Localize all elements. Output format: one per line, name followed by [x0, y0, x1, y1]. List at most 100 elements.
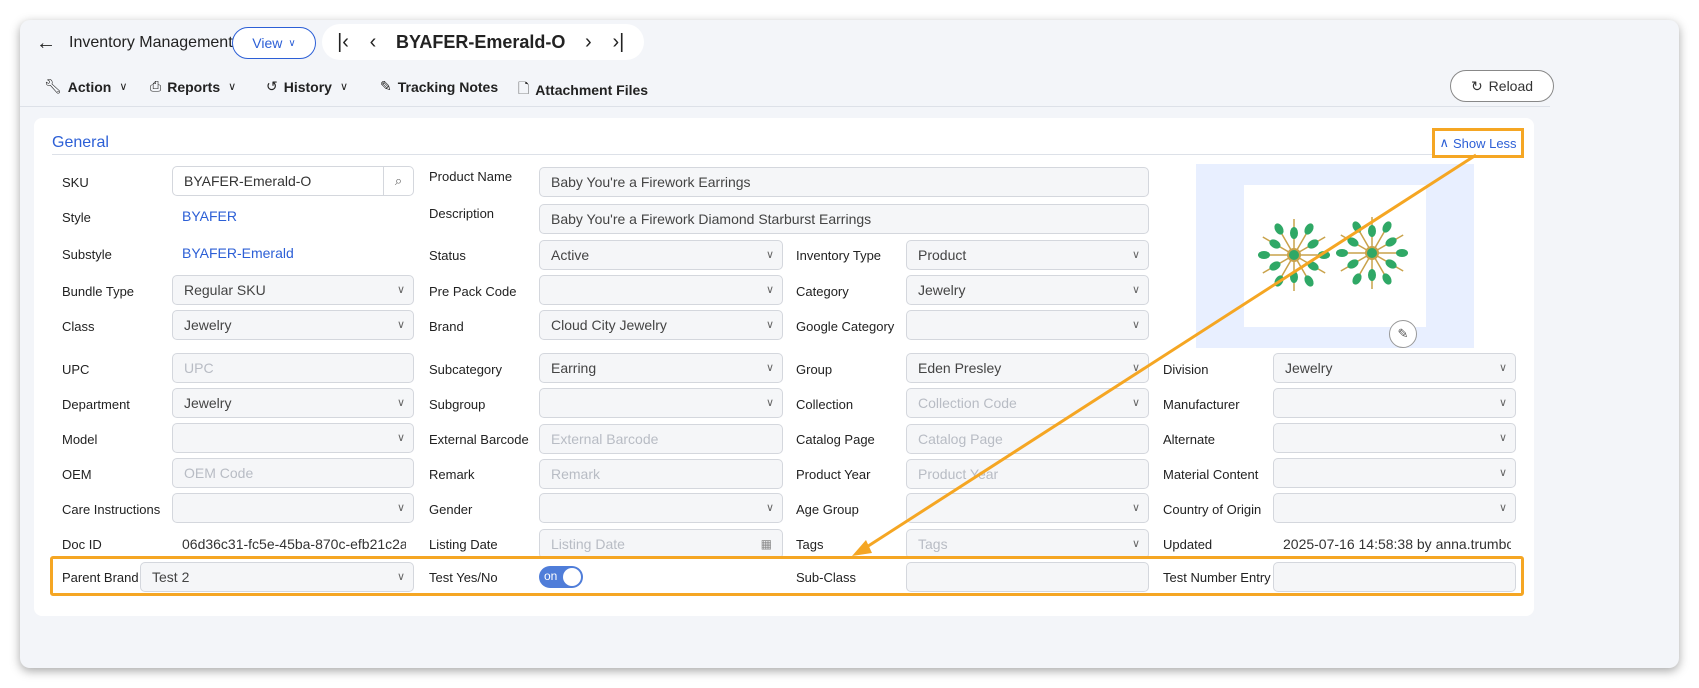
product-name-input[interactable]: Baby You're a Firework Earrings	[539, 167, 1149, 197]
catalog-page-input[interactable]: Catalog Page	[906, 424, 1149, 454]
refresh-icon: ↻	[1470, 77, 1483, 94]
chevron-down-icon: ∨	[396, 397, 405, 409]
chevron-down-icon: ∨	[339, 81, 349, 93]
last-record-icon[interactable]: ›|	[603, 31, 633, 54]
tracking-notes-button[interactable]: ✎ Tracking Notes	[380, 78, 498, 95]
department-value: Jewelry	[184, 395, 232, 411]
alternate-label: Alternate	[1163, 432, 1216, 447]
brand-select[interactable]: Cloud City Jewelry ∨	[539, 310, 783, 340]
view-dropdown-button[interactable]: View ∨	[232, 27, 316, 59]
subgroup-label: Subgroup	[429, 397, 486, 412]
action-menu[interactable]: 🔧︎ Action ∨	[44, 78, 127, 95]
record-title: BYAFER-Emerald-O	[396, 31, 566, 52]
reload-button[interactable]: ↻ Reload	[1450, 70, 1554, 102]
status-label: Status	[429, 248, 466, 263]
chevron-down-icon: ∨	[1498, 502, 1507, 514]
status-select[interactable]: Active ∨	[539, 240, 783, 270]
substyle-link[interactable]: BYAFER-Emerald	[182, 245, 294, 261]
subgroup-select[interactable]: ∨	[539, 388, 783, 418]
collection-placeholder: Collection Code	[918, 395, 1017, 411]
reports-label: Reports	[167, 78, 221, 95]
department-select[interactable]: Jewelry ∨	[172, 388, 414, 418]
chevron-down-icon: ∨	[1131, 319, 1140, 331]
first-record-icon[interactable]: |‹	[328, 31, 358, 54]
attachment-files-button[interactable]: 🗋︎ Attachment Files	[518, 78, 648, 102]
doc-id-label: Doc ID	[62, 537, 102, 552]
chevron-down-icon: ∨	[1498, 432, 1507, 444]
group-select[interactable]: Eden Presley ∨	[906, 353, 1149, 383]
pre-pack-code-select[interactable]: ∨	[539, 275, 783, 305]
country-of-origin-select[interactable]: ∨	[1273, 493, 1516, 523]
chevron-down-icon: ∨	[1131, 397, 1140, 409]
external-barcode-input[interactable]: External Barcode	[539, 424, 783, 454]
pencil-icon: ✎	[380, 78, 392, 94]
description-label: Description	[429, 206, 495, 221]
doc-id-value: 06d36c31-fc5e-45ba-870c-efb21c2a00c	[182, 536, 406, 552]
collection-label: Collection	[796, 397, 854, 412]
history-menu[interactable]: ↺ History ∨	[266, 78, 348, 95]
product-name-label: Product Name	[429, 169, 513, 184]
chevron-down-icon: ∨	[765, 284, 774, 296]
product-year-input[interactable]: Product Year	[906, 459, 1149, 489]
age-group-select[interactable]: ∨	[906, 493, 1149, 523]
view-label: View	[252, 35, 283, 51]
file-plus-icon: 🗋︎	[518, 80, 530, 96]
care-instructions-select[interactable]: ∨	[172, 493, 414, 523]
tags-placeholder: Tags	[918, 536, 948, 552]
alternate-select[interactable]: ∨	[1273, 423, 1516, 453]
gender-select[interactable]: ∨	[539, 493, 783, 523]
category-select[interactable]: Jewelry ∨	[906, 275, 1149, 305]
edit-image-icon[interactable]: ✎	[1389, 320, 1417, 348]
style-link[interactable]: BYAFER	[182, 208, 237, 224]
search-icon[interactable]: ⌕	[383, 167, 413, 195]
description-input[interactable]: Baby You're a Firework Diamond Starburst…	[539, 204, 1149, 234]
status-value: Active	[551, 247, 590, 263]
back-arrow-icon[interactable]: ←	[36, 32, 58, 54]
google-category-select[interactable]: ∨	[906, 310, 1149, 340]
category-value: Jewelry	[918, 282, 966, 298]
inventory-type-select[interactable]: Product ∨	[906, 240, 1149, 270]
division-value: Jewelry	[1285, 360, 1333, 376]
inventory-type-label: Inventory Type	[796, 248, 882, 263]
product-image[interactable]	[1244, 185, 1426, 327]
reports-menu[interactable]: ⎙ Reports ∨	[150, 78, 236, 95]
brand-value: Cloud City Jewelry	[551, 317, 667, 333]
age-group-label: Age Group	[796, 502, 859, 517]
sku-input[interactable]: BYAFER-Emerald-O ⌕	[172, 166, 414, 196]
calendar-icon[interactable]: ▦	[761, 537, 772, 551]
division-select[interactable]: Jewelry ∨	[1273, 353, 1516, 383]
subcategory-select[interactable]: Earring ∨	[539, 353, 783, 383]
upc-input[interactable]: UPC	[172, 353, 414, 383]
section-title: General	[52, 134, 109, 151]
listing-date-input[interactable]: Listing Date ▦	[539, 529, 783, 559]
chevron-down-icon: ∨	[396, 502, 405, 514]
history-label: History	[283, 78, 332, 95]
previous-record-icon[interactable]: ‹	[358, 31, 388, 54]
care-instructions-label: Care Instructions	[62, 502, 161, 517]
subcategory-value: Earring	[551, 360, 597, 376]
show-less-button[interactable]: ∧ Show Less	[1432, 128, 1524, 158]
google-category-label: Google Category	[796, 319, 895, 334]
material-content-select[interactable]: ∨	[1273, 458, 1516, 488]
group-value: Eden Presley	[918, 360, 1002, 376]
attachment-files-label: Attachment Files	[535, 82, 649, 98]
manufacturer-select[interactable]: ∨	[1273, 388, 1516, 418]
bundle-type-label: Bundle Type	[62, 284, 135, 299]
class-select[interactable]: Jewelry ∨	[172, 310, 414, 340]
chevron-down-icon: ∨	[119, 81, 128, 93]
class-label: Class	[62, 319, 95, 334]
tags-select[interactable]: Tags ∨	[906, 529, 1149, 559]
next-record-icon[interactable]: ›	[573, 31, 603, 54]
toolbar-divider	[20, 106, 1550, 107]
product-year-label: Product Year	[796, 467, 871, 482]
inventory-type-value: Product	[918, 247, 967, 263]
bundle-type-select[interactable]: Regular SKU ∨	[172, 275, 414, 305]
collection-select[interactable]: Collection Code ∨	[906, 388, 1149, 418]
model-select[interactable]: ∨	[172, 423, 414, 453]
action-label: Action	[67, 78, 112, 95]
model-label: Model	[62, 432, 98, 447]
chevron-up-icon: ∧	[1439, 135, 1449, 150]
gender-label: Gender	[429, 502, 473, 517]
oem-input[interactable]: OEM Code	[172, 458, 414, 488]
remark-input[interactable]: Remark	[539, 459, 783, 489]
